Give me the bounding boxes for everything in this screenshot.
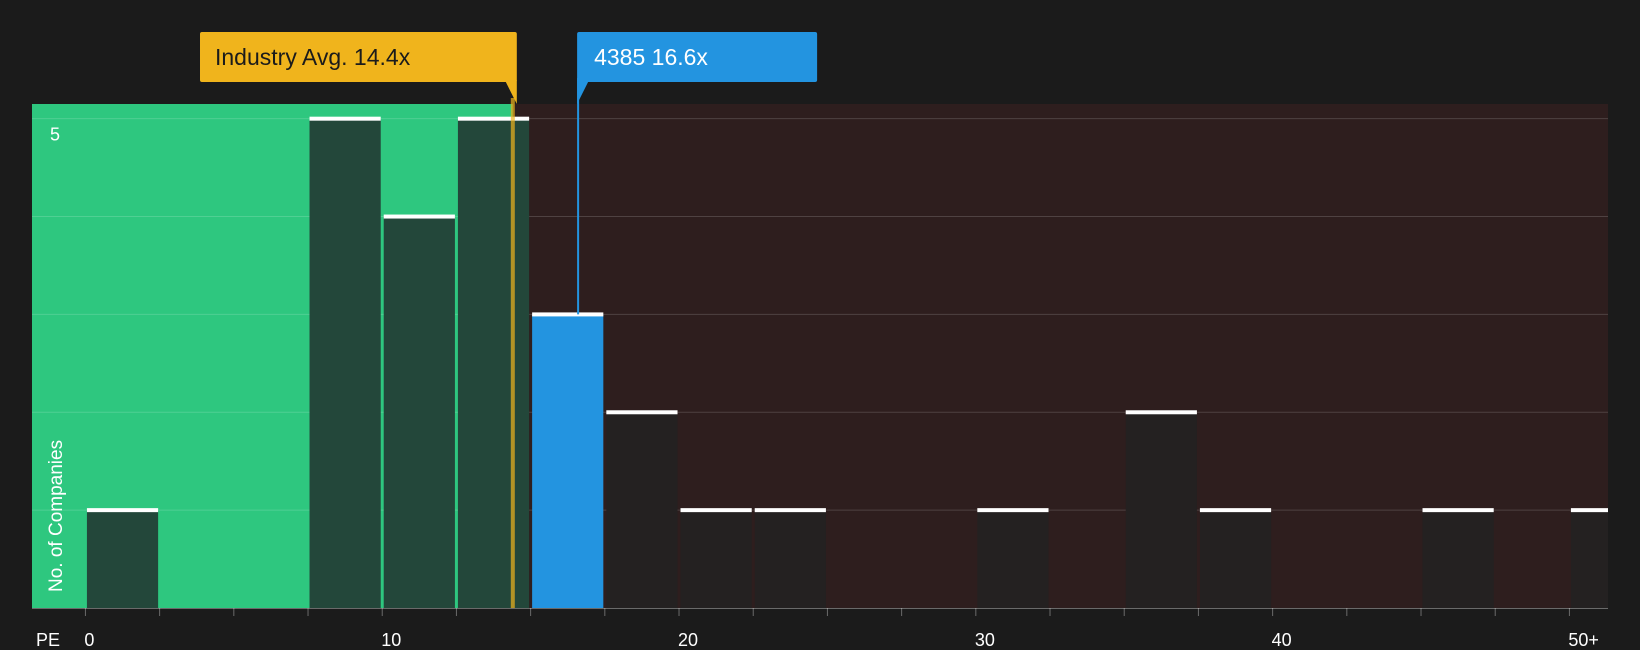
bar-22.5-25 [754,510,826,608]
y-axis-label: No. of Companies [46,440,67,592]
bar-10-12.5 [383,216,455,608]
x-tick-label: 50+ [1568,630,1599,650]
bar-cap [1125,410,1197,415]
bar-20-22.5 [680,510,752,608]
x-tick-label: 40 [1272,630,1292,650]
bar-cap [606,410,678,415]
x-tick-label: 10 [381,630,401,650]
bar-45-47.5 [1422,510,1494,608]
bar-cap [383,214,455,219]
y-tick-label: 5 [50,125,60,145]
bar-7.5-10 [309,118,381,608]
bar-cap [1199,508,1272,513]
bar-cap [754,508,826,513]
x-tick-label: 0 [84,630,94,650]
industry-average-line [510,98,515,608]
bar-cap [457,116,530,121]
industry-average-pointer [504,80,517,104]
bar-15-17.5 [532,314,604,608]
x-axis-label: PE [36,630,60,650]
bar-cap [1422,508,1494,513]
bar-cap [532,312,604,317]
bar-30-32.5 [977,510,1049,608]
bar-cap [977,508,1049,513]
company-label: 4385 16.6x [594,44,708,70]
x-tick-label: 30 [975,630,995,650]
industry-average-label: Industry Avg. 14.4x [215,44,411,70]
bar-37.5-40 [1199,510,1272,608]
x-axis [32,608,1608,616]
bar-12.5-15 [457,118,530,608]
pe-distribution-chart: 0 10 20 30 40 50+ 5 No. of Companies PE Indust… [32,32,1609,650]
bar-35-37.5 [1125,412,1197,608]
company-pointer [577,80,590,104]
callouts: Industry Avg. 14.4x 4385 16.6x [200,32,818,104]
bar-cap [86,508,159,513]
bar-0-2.5 [86,510,159,608]
bar-17.5-20 [606,412,678,608]
bar-cap [680,508,752,513]
bar-cap [309,116,381,121]
x-tick-label: 20 [678,630,698,650]
bar-cap [1570,508,1608,513]
bar-50-52.5 [1570,510,1608,608]
